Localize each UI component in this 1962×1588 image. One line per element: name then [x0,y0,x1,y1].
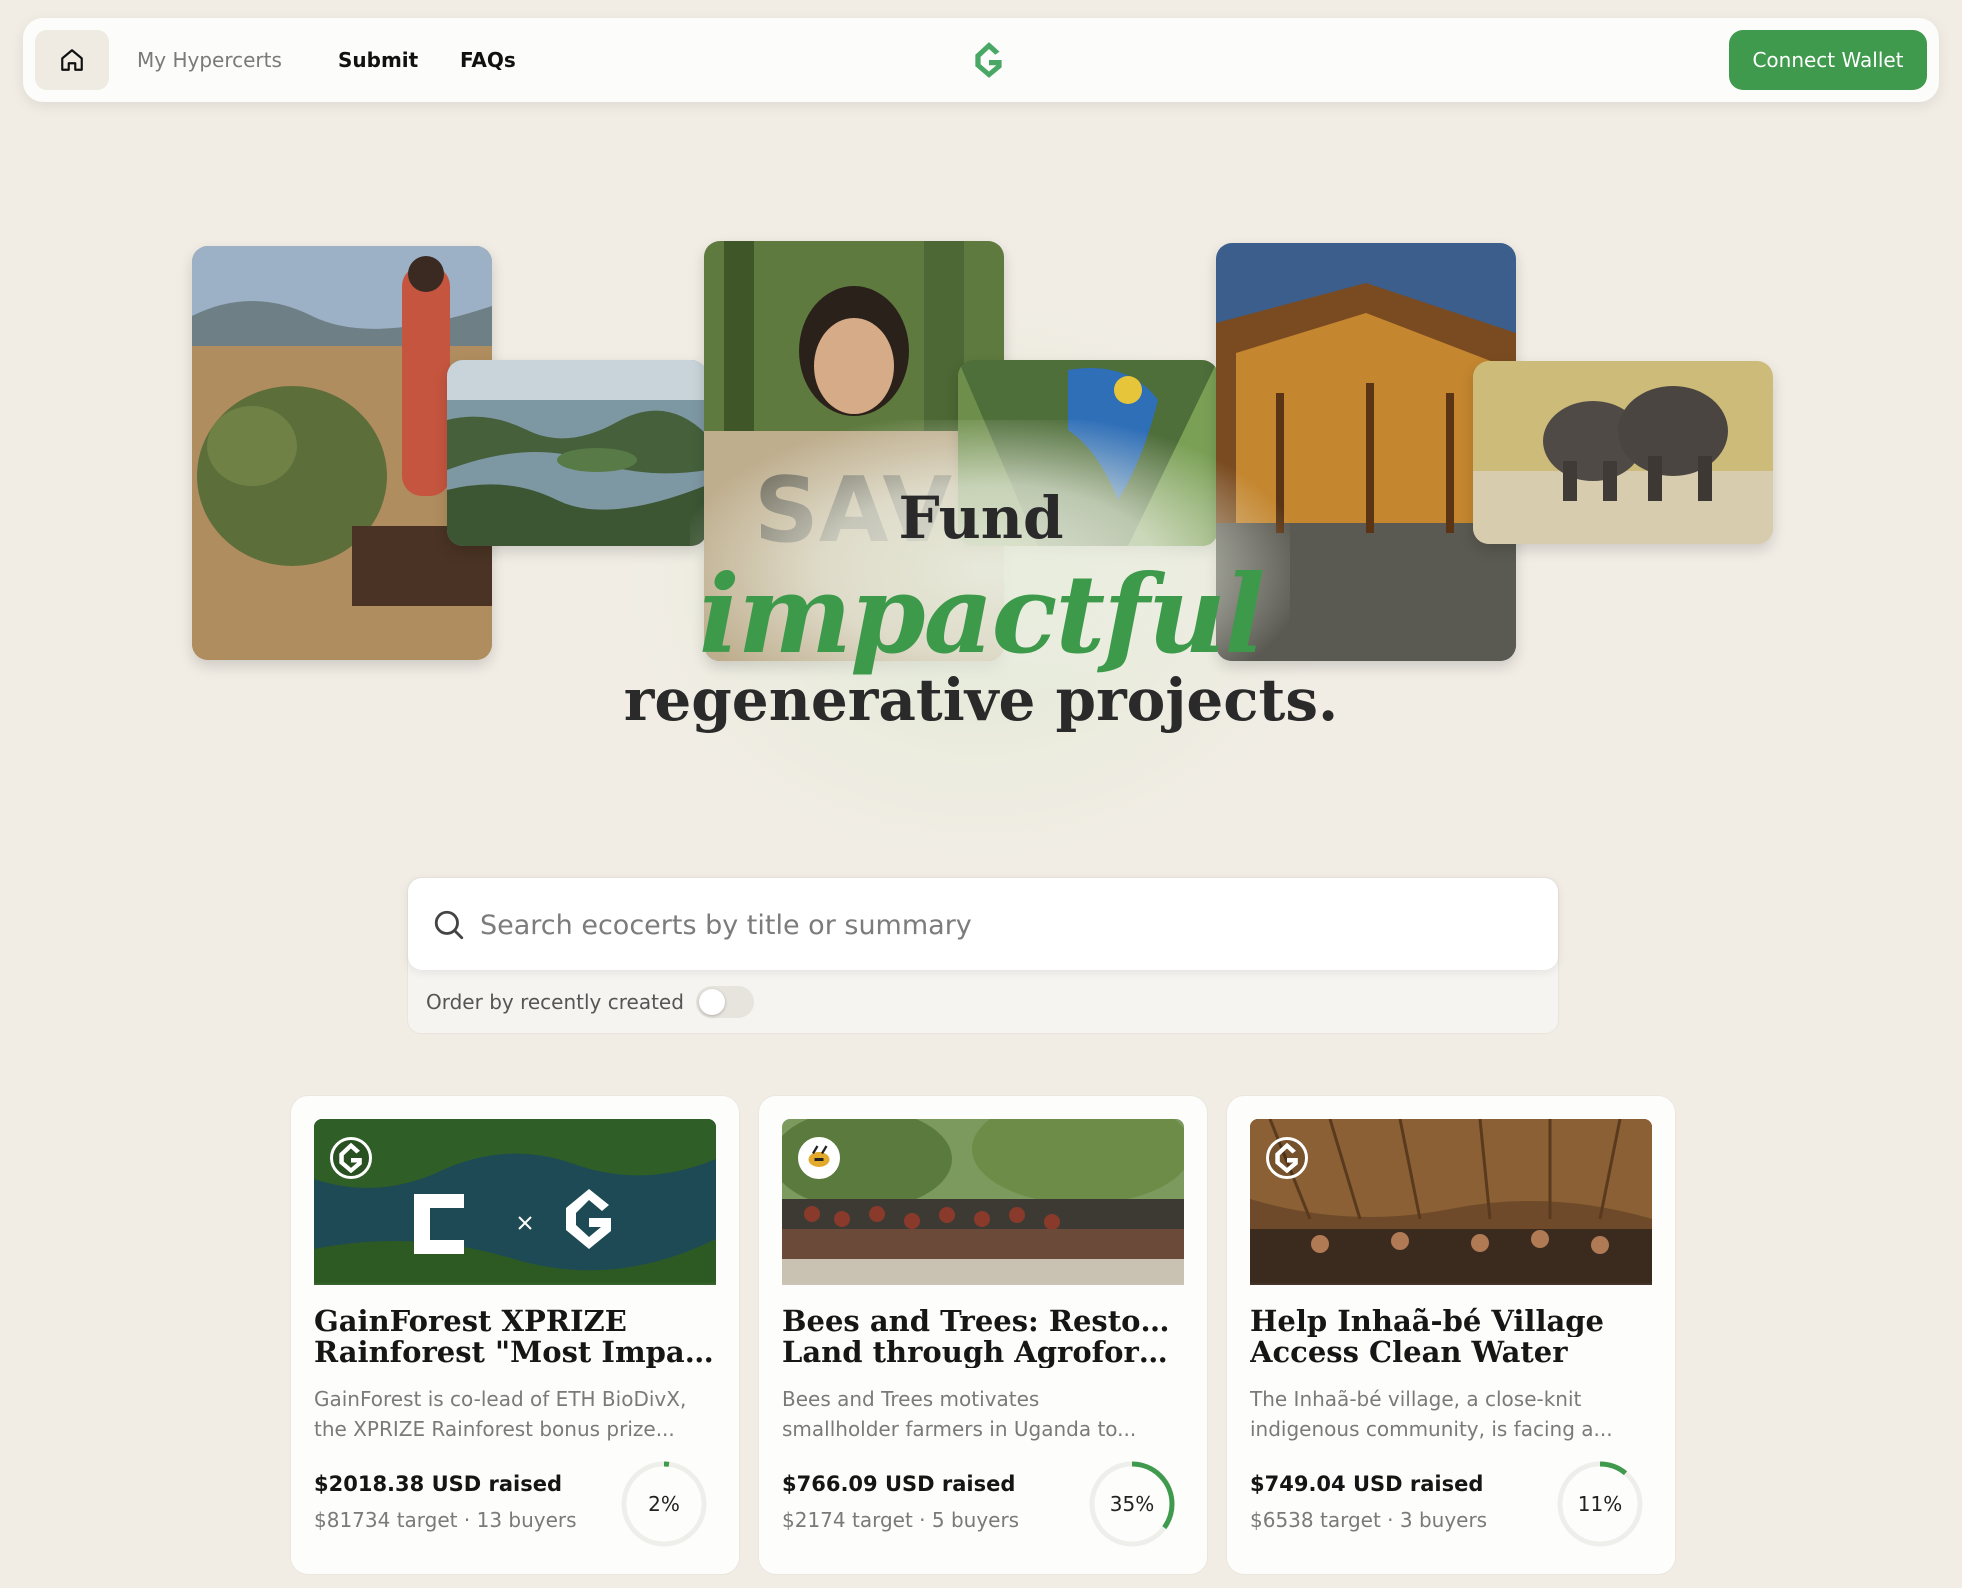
order-by-toggle[interactable] [696,986,754,1018]
nav-faqs[interactable]: FAQs [460,18,516,102]
nav-my-hypercerts[interactable]: My Hypercerts [137,18,282,102]
gainforest-badge-icon [330,1137,372,1179]
top-navbar: My Hypercerts Submit FAQs Connect Wallet [23,18,1939,102]
search-box [408,878,1558,970]
card-image [314,1119,716,1285]
card-title: Help Inhaã-bé Village Access Clean Water [1250,1306,1604,1368]
card-target-buyers: $81734 target · 13 buyers [314,1508,577,1532]
card-summary: GainForest is co-lead of ETH BioDivX, th… [314,1387,687,1441]
hero-heading-impactful: impactful [698,552,1265,678]
search-icon [434,910,464,940]
card-summary: Bees and Trees motivates smallholder far… [782,1387,1137,1441]
progress-percent: 2% [648,1492,680,1516]
card-image [1250,1119,1652,1285]
ecocert-card-gainforest-xprize[interactable]: GainForest XPRIZE Rainforest "Most Impac… [290,1095,740,1575]
bees-and-trees-badge-icon [798,1137,840,1179]
toggle-knob [699,989,725,1015]
progress-percent: 35% [1109,1492,1155,1516]
card-image [782,1119,1184,1285]
home-button[interactable] [35,30,109,90]
card-raised-amount: $2018.38 USD raised [314,1472,562,1496]
ecocert-card-inhaa-be-water[interactable]: Help Inhaã-bé Village Access Clean Water… [1226,1095,1676,1575]
card-title: Bees and Trees: Restoring Land through A… [782,1306,1182,1368]
card-title: GainForest XPRIZE Rainforest "Most Impac… [314,1306,714,1368]
card-summary: The Inhaã-bé village, a close-knit indig… [1250,1387,1613,1441]
gainforest-logo-icon[interactable] [968,39,1010,81]
progress-percent: 11% [1577,1492,1623,1516]
nav-submit[interactable]: Submit [338,18,418,102]
order-by-label: Order by recently created [426,990,684,1014]
card-target-buyers: $2174 target · 5 buyers [782,1508,1020,1532]
hero-heading-regenerative: regenerative projects. [623,666,1339,734]
card-raised-amount: $766.09 USD raised [782,1472,1016,1496]
hero-heading-fund: Fund [898,484,1064,552]
card-target-buyers: $6538 target · 3 buyers [1250,1508,1488,1532]
search-input[interactable] [478,896,1542,954]
connect-wallet-button[interactable]: Connect Wallet [1729,30,1927,90]
gainforest-badge-icon [1266,1137,1308,1179]
card-raised-amount: $749.04 USD raised [1250,1472,1484,1496]
home-icon [61,49,83,71]
search-panel: Order by recently created [407,877,1559,1034]
ecocert-card-bees-and-trees[interactable]: Bees and Trees: Restoring Land through A… [758,1095,1208,1575]
